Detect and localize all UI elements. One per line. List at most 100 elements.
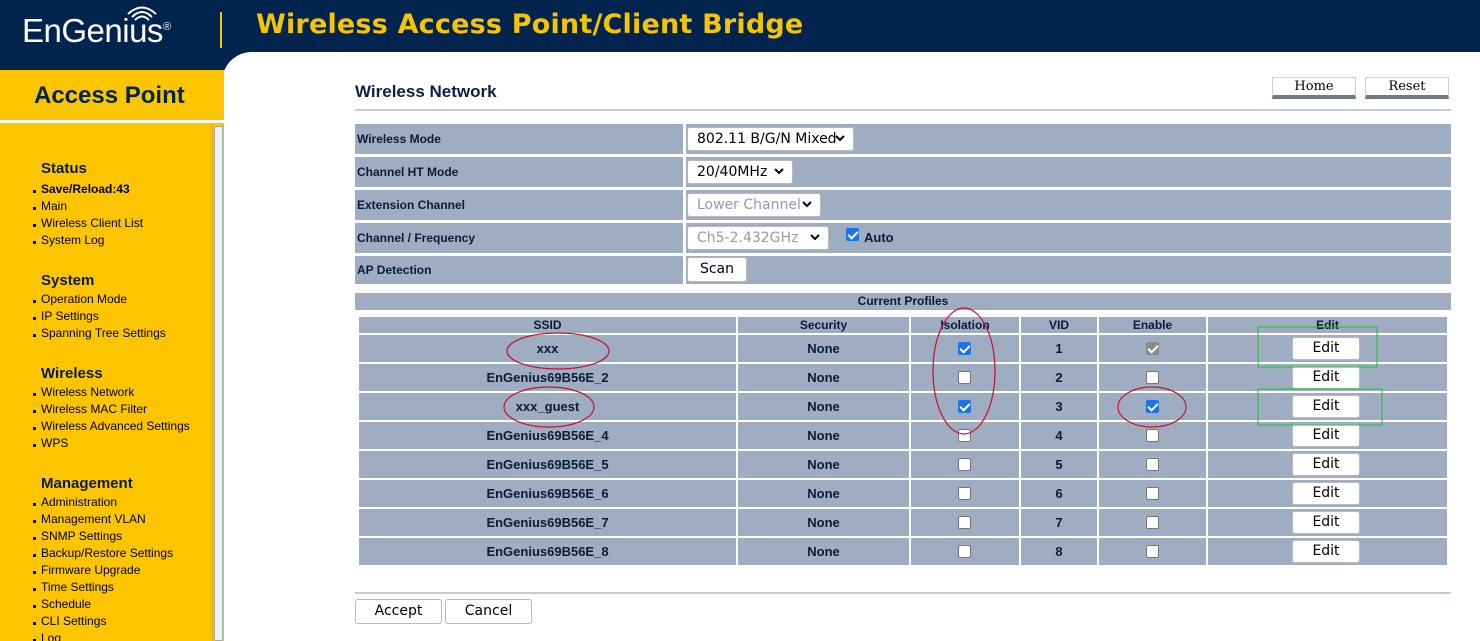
nav-snmp-settings[interactable]: SNMP Settings bbox=[32, 529, 122, 543]
enable-checkbox[interactable] bbox=[1145, 458, 1159, 471]
page-title: Wireless Network bbox=[355, 82, 497, 101]
profile-cell-vid: 1 bbox=[1021, 335, 1097, 362]
profile-cell-edit: Edit bbox=[1208, 480, 1447, 507]
profile-cell-ssid: EnGenius69B56E_7 bbox=[359, 509, 736, 536]
profile-security-text: None bbox=[807, 457, 840, 472]
edit-profile-button[interactable]: Edit bbox=[1292, 540, 1360, 563]
profile-cell-security: None bbox=[738, 538, 909, 565]
enable-checkbox[interactable] bbox=[1145, 516, 1159, 529]
scan-button[interactable]: Scan bbox=[687, 257, 747, 282]
profile-cell-vid: 5 bbox=[1021, 451, 1097, 478]
nav-wireless-network[interactable]: Wireless Network bbox=[32, 385, 134, 399]
home-button[interactable]: Home bbox=[1272, 77, 1356, 99]
channel-frequency-cell: Ch5-2.432GHz bbox=[686, 223, 1451, 253]
nav-time-settings[interactable]: Time Settings bbox=[33, 580, 114, 594]
isolation-checkbox[interactable] bbox=[958, 400, 971, 413]
edit-profile-button[interactable]: Edit bbox=[1292, 453, 1360, 476]
enable-checkbox[interactable] bbox=[1145, 342, 1159, 355]
nav-section-wireless: Wireless bbox=[41, 365, 103, 382]
profile-ssid-text: xxx bbox=[536, 341, 559, 356]
channel-frequency-select[interactable]: Ch5-2.432GHz bbox=[687, 226, 829, 250]
nav-wireless-mac-filter[interactable]: Wireless MAC Filter bbox=[32, 402, 147, 416]
column-header-vid: VID bbox=[1021, 317, 1097, 333]
enable-checkbox[interactable] bbox=[1145, 545, 1159, 558]
nav-backup-restore-settings[interactable]: Backup/Restore Settings bbox=[32, 546, 173, 560]
profile-ssid-text: EnGenius69B56E_2 bbox=[486, 370, 609, 385]
cancel-button[interactable]: Cancel bbox=[445, 599, 532, 624]
nav-schedule[interactable]: Schedule bbox=[32, 597, 91, 611]
isolation-checkbox[interactable] bbox=[958, 458, 971, 471]
wireless-mode-cell: 802.11 B/G/N Mixed bbox=[686, 124, 1451, 154]
extension-channel-select[interactable]: Lower Channel bbox=[687, 193, 821, 217]
profile-cell-isolation bbox=[911, 480, 1019, 507]
nav-spanning-tree-settings[interactable]: Spanning Tree Settings bbox=[33, 326, 166, 340]
channel-ht-mode-label: Channel HT Mode bbox=[355, 157, 683, 187]
nav-management-vlan[interactable]: Management VLAN bbox=[33, 512, 146, 526]
profile-cell-security: None bbox=[738, 364, 909, 391]
isolation-checkbox[interactable] bbox=[958, 371, 971, 384]
nav-section-management: Management bbox=[41, 475, 133, 492]
nav-operation-mode[interactable]: Operation Mode bbox=[32, 292, 127, 306]
profile-cell-vid: 8 bbox=[1021, 538, 1097, 565]
column-header-enable: Enable bbox=[1099, 317, 1206, 333]
header-wave bbox=[222, 52, 1480, 70]
profile-cell-security: None bbox=[738, 451, 909, 478]
nav-main[interactable]: Main bbox=[32, 199, 67, 213]
profile-ssid-text: xxx_guest bbox=[515, 399, 580, 414]
header-divider bbox=[220, 12, 222, 48]
profile-cell-enable bbox=[1099, 335, 1206, 362]
profile-cell-ssid: EnGenius69B56E_8 bbox=[359, 538, 736, 565]
edit-profile-button[interactable]: Edit bbox=[1292, 366, 1360, 389]
isolation-checkbox[interactable] bbox=[958, 342, 971, 355]
nav-firmware-upgrade[interactable]: Firmware Upgrade bbox=[32, 563, 140, 577]
profile-cell-edit: Edit bbox=[1208, 335, 1447, 362]
profile-vid-text: 7 bbox=[1055, 515, 1063, 530]
isolation-checkbox[interactable] bbox=[958, 545, 971, 558]
edit-profile-button[interactable]: Edit bbox=[1292, 424, 1360, 447]
accept-button[interactable]: Accept bbox=[355, 599, 442, 624]
nav-administration[interactable]: Administration bbox=[32, 495, 117, 509]
sidebar-scrollbar-thumb[interactable] bbox=[214, 126, 223, 641]
reset-button[interactable]: Reset bbox=[1365, 77, 1449, 99]
channel-ht-mode-select[interactable]: 20/40MHz bbox=[687, 160, 793, 184]
chevron-down-icon bbox=[774, 168, 784, 175]
profile-cell-security: None bbox=[738, 422, 909, 449]
nav-save-reload[interactable]: Save/Reload:43 bbox=[33, 182, 130, 196]
edit-profile-button[interactable]: Edit bbox=[1292, 337, 1360, 360]
product-title: Wireless Access Point/Client Bridge bbox=[256, 9, 804, 40]
profile-cell-isolation bbox=[911, 422, 1019, 449]
wireless-mode-select[interactable]: 802.11 B/G/N Mixed bbox=[687, 127, 854, 151]
edit-profile-button[interactable]: Edit bbox=[1292, 511, 1360, 534]
profile-cell-ssid: EnGenius69B56E_6 bbox=[359, 480, 736, 507]
column-header-isolation: Isolation bbox=[911, 317, 1019, 333]
profile-security-text: None bbox=[807, 399, 840, 414]
nav-section-status: Status bbox=[41, 160, 87, 177]
auto-channel-checkbox[interactable] bbox=[846, 228, 859, 241]
nav-wireless-client-list[interactable]: Wireless Client List bbox=[32, 216, 143, 230]
profile-ssid-text: EnGenius69B56E_5 bbox=[486, 457, 609, 472]
isolation-checkbox[interactable] bbox=[958, 487, 971, 500]
chevron-down-icon bbox=[810, 234, 820, 241]
edit-profile-button[interactable]: Edit bbox=[1292, 395, 1360, 418]
nav-wps[interactable]: WPS bbox=[32, 436, 68, 450]
enable-checkbox[interactable] bbox=[1145, 429, 1159, 442]
nav-ip-settings[interactable]: IP Settings bbox=[33, 309, 99, 323]
nav-log[interactable]: Log bbox=[32, 631, 61, 641]
profile-vid-text: 3 bbox=[1055, 399, 1063, 414]
isolation-checkbox[interactable] bbox=[958, 429, 971, 442]
enable-checkbox[interactable] bbox=[1145, 371, 1159, 384]
profile-cell-edit: Edit bbox=[1208, 364, 1447, 391]
nav-system-log[interactable]: System Log bbox=[32, 233, 104, 247]
logo-registered-mark: ® bbox=[162, 21, 171, 33]
edit-profile-button[interactable]: Edit bbox=[1292, 482, 1360, 505]
enable-checkbox[interactable] bbox=[1145, 487, 1159, 500]
profile-security-text: None bbox=[807, 515, 840, 530]
nav-wireless-advanced-settings[interactable]: Wireless Advanced Settings bbox=[33, 419, 190, 433]
isolation-checkbox[interactable] bbox=[958, 516, 971, 529]
wireless-mode-label: Wireless Mode bbox=[355, 124, 683, 154]
enable-checkbox[interactable] bbox=[1145, 400, 1159, 413]
extension-channel-cell: Lower Channel bbox=[686, 190, 1451, 220]
nav-cli-settings[interactable]: CLI Settings bbox=[32, 614, 106, 628]
channel-ht-mode-value: 20/40MHz bbox=[697, 164, 768, 180]
profile-cell-edit: Edit bbox=[1208, 509, 1447, 536]
